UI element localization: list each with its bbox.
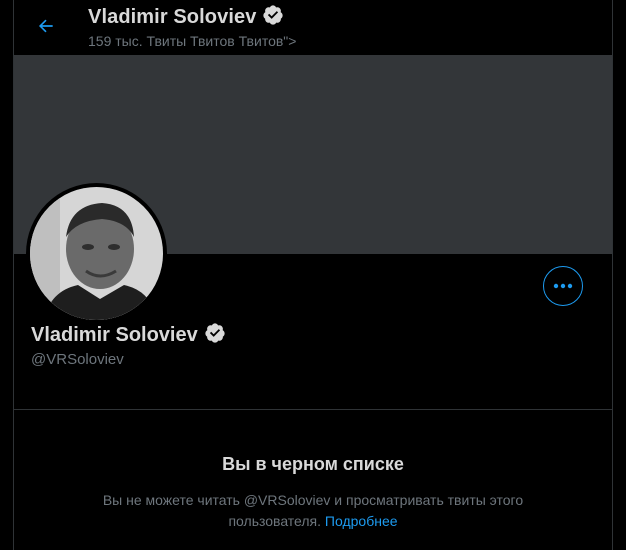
- blocked-message: Вы не можете читать @VRSoloviev и просма…: [60, 490, 566, 532]
- back-arrow-icon: [38, 19, 53, 33]
- profile-display-name: Vladimir Soloviev: [31, 324, 198, 346]
- verified-badge-icon: [204, 322, 226, 349]
- top-bar: Vladimir Soloviev 159 тыс. Твиты Твитов …: [0, 0, 626, 54]
- avatar[interactable]: [26, 183, 167, 324]
- verified-badge-icon: [262, 4, 284, 31]
- blocked-title: Вы в черном списке: [222, 454, 404, 474]
- avatar-photo: [30, 187, 163, 320]
- header-name: Vladimir Soloviev: [88, 6, 257, 28]
- back-button[interactable]: [30, 10, 62, 42]
- more-options-icon: [553, 283, 573, 289]
- blocked-message-line1: Вы не можете читать @VRSoloviev и просма…: [102, 492, 524, 508]
- more-options-button[interactable]: [543, 266, 583, 306]
- header-title: Vladimir Soloviev: [88, 4, 284, 31]
- profile-page: Vladimir Soloviev 159 тыс. Твиты Твитов …: [0, 0, 626, 550]
- learn-more-link[interactable]: Подробнее: [325, 513, 398, 529]
- profile-name: Vladimir Soloviev: [31, 322, 226, 349]
- tweet-count: 159 тыс. Твиты Твитов Твитов">: [88, 33, 297, 49]
- profile-handle: @VRSoloviev: [31, 351, 124, 368]
- blocked-message-line2: пользователя.: [228, 513, 322, 529]
- divider: [14, 409, 612, 410]
